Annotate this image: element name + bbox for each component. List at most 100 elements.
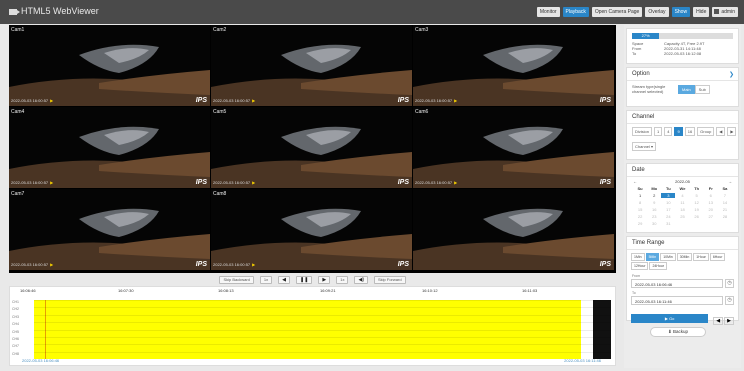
calendar-day[interactable]: 4 xyxy=(675,193,689,198)
user-menu[interactable]: admin xyxy=(712,7,738,17)
calendar-day[interactable]: 31 xyxy=(661,221,675,226)
calendar-day[interactable]: 5 xyxy=(690,193,704,198)
play-icon[interactable]: ▶ xyxy=(50,180,53,185)
next-range-icon[interactable]: ▶ xyxy=(724,317,734,325)
calendar-day[interactable]: 21 xyxy=(718,207,732,212)
calendar-day[interactable]: 27 xyxy=(704,214,718,219)
time-range-option[interactable]: 5Min xyxy=(645,253,660,261)
calendar-day[interactable]: 11 xyxy=(675,200,689,205)
play-icon[interactable]: ▶ xyxy=(252,262,255,267)
tr-to-input[interactable]: 2022-05-03 16:11:46 xyxy=(631,296,723,305)
calendar-day[interactable]: 23 xyxy=(647,214,661,219)
show-button[interactable]: Show xyxy=(671,7,691,17)
group-prev-button[interactable]: ◀ xyxy=(716,127,726,136)
time-range-title: Time Range xyxy=(627,237,738,250)
volume-icon[interactable]: ◀) xyxy=(354,275,368,284)
calendar-day[interactable]: 2 xyxy=(647,193,661,198)
timeline-rows[interactable] xyxy=(34,300,611,359)
step-back-icon[interactable]: ◀ xyxy=(278,275,290,284)
pause-icon[interactable]: ❚❚ xyxy=(296,275,313,284)
camera-tile[interactable]: Cam2 2022-05-03 16:00:57 ▶ IPS xyxy=(211,25,412,106)
stream-main-button[interactable]: Main xyxy=(678,84,695,94)
time-range-option[interactable]: 6Hour xyxy=(709,253,726,261)
channel-select[interactable]: Channel ▾ xyxy=(632,142,657,151)
calendar-day[interactable]: 30 xyxy=(647,221,661,226)
time-range-option[interactable]: 24Hour xyxy=(649,262,667,270)
calendar-day[interactable]: 24 xyxy=(661,214,675,219)
calendar-day[interactable]: 20 xyxy=(704,207,718,212)
play-icon[interactable]: ▶ xyxy=(50,98,53,103)
calendar-day[interactable]: 26 xyxy=(690,214,704,219)
prev-range-icon[interactable]: ◀ xyxy=(713,317,724,325)
calendar-day[interactable]: 22 xyxy=(633,214,647,219)
backup-button[interactable]: ⬇ Backup xyxy=(650,327,706,337)
calendar-day[interactable]: 19 xyxy=(690,207,704,212)
camera-timestamp: 2022-05-03 16:00:57 ▶ xyxy=(415,98,457,103)
hide-button[interactable]: Hide xyxy=(693,7,710,17)
stream-sub-button[interactable]: Sub xyxy=(694,84,710,94)
time-range-option[interactable]: 10Min xyxy=(660,253,676,261)
camera-tile[interactable]: Cam5 2022-05-03 16:00:57 ▶ IPS xyxy=(211,107,412,188)
time-range-option[interactable]: 1Hour xyxy=(693,253,709,261)
time-range-option[interactable]: 1Min xyxy=(631,253,645,261)
play-icon[interactable]: ▶ xyxy=(454,98,457,103)
camera-tile[interactable]: Cam3 2022-05-03 16:00:57 ▶ IPS xyxy=(413,25,614,106)
play-icon[interactable]: ▶ xyxy=(454,180,457,185)
play-icon[interactable]: ▶ xyxy=(318,275,331,284)
calendar-day[interactable]: 18 xyxy=(675,207,689,212)
camera-tile[interactable]: Cam7 2022-05-03 16:00:57 ▶ IPS xyxy=(9,189,210,270)
go-button[interactable]: ▶ Go xyxy=(631,313,709,323)
time-range-option[interactable]: 30Min xyxy=(676,253,693,261)
calendar-day[interactable]: 9 xyxy=(647,200,661,205)
camera-tile[interactable]: Cam8 2022-05-03 16:00:57 ▶ IPS xyxy=(211,189,412,270)
camera-timestamp: 2022-05-03 16:00:57 ▶ xyxy=(213,180,255,185)
camera-tile[interactable]: Cam1 2022-05-03 16:00:57 ▶ IPS xyxy=(9,25,210,106)
calendar-day[interactable]: 13 xyxy=(704,200,718,205)
next-month-icon[interactable]: → xyxy=(728,179,732,184)
calendar-day[interactable]: 10 xyxy=(661,200,675,205)
calendar-day[interactable]: 8 xyxy=(633,200,647,205)
division-1-button[interactable]: 1 xyxy=(654,127,663,136)
playback-button[interactable]: Playback xyxy=(562,7,589,17)
monitor-button[interactable]: Monitor xyxy=(536,7,560,17)
calendar-day[interactable]: 12 xyxy=(690,200,704,205)
camera-tile[interactable]: ▶IPS xyxy=(413,189,614,270)
clock-icon[interactable]: ◷ xyxy=(725,279,734,288)
speed-left-select[interactable]: 1x xyxy=(259,275,273,284)
group-next-button[interactable]: ▶ xyxy=(727,127,737,136)
division-9-button[interactable]: 9 xyxy=(674,127,683,136)
prev-month-icon[interactable]: ← xyxy=(633,179,637,184)
time-range-option[interactable]: 12Hour xyxy=(631,262,649,270)
open-camera-page-button[interactable]: Open Camera Page xyxy=(591,7,643,17)
calendar-day[interactable]: 28 xyxy=(718,214,732,219)
play-icon[interactable]: ▶ xyxy=(50,262,53,267)
tr-from-input[interactable]: 2022-05-03 16:06:46 xyxy=(631,279,723,288)
camera-tile[interactable]: Cam6 2022-05-03 16:00:57 ▶ IPS xyxy=(413,107,614,188)
calendar-day[interactable]: 16 xyxy=(647,207,661,212)
stream-type-label: Stream type(single channel selected) xyxy=(632,84,666,94)
calendar-day[interactable]: 14 xyxy=(718,200,732,205)
overlay-button[interactable]: Overlay xyxy=(645,7,669,17)
speed-right-select[interactable]: 1x xyxy=(336,275,349,284)
calendar-day[interactable]: 6 xyxy=(704,193,718,198)
division-4-button[interactable]: 4 xyxy=(664,127,673,136)
division-16-button[interactable]: 16 xyxy=(684,127,696,136)
skip-forward-button[interactable]: Skip Forward xyxy=(374,275,406,284)
calendar-day[interactable]: 25 xyxy=(675,214,689,219)
calendar-day[interactable]: 3 xyxy=(661,193,676,198)
play-icon[interactable]: ▶ xyxy=(252,98,255,103)
timeline[interactable]: 16:06:46 16:07:30 16:08:13 16:09:21 16:1… xyxy=(9,286,616,366)
calendar-day[interactable]: 29 xyxy=(633,221,647,226)
skip-backward-button[interactable]: Skip Backward xyxy=(219,275,254,284)
camera-timestamp-value: 2022-05-03 16:00:57 xyxy=(415,98,453,103)
clock-icon[interactable]: ◷ xyxy=(725,296,734,305)
app-title-text: HTML5 WebViewer xyxy=(21,6,99,16)
calendar-day[interactable]: 15 xyxy=(633,207,647,212)
play-icon[interactable]: ▶ xyxy=(252,180,255,185)
to-row: To 2022-05-03 16:12:08 xyxy=(627,51,738,56)
calendar-day[interactable]: 1 xyxy=(633,193,647,198)
camera-tile[interactable]: Cam4 2022-05-03 16:00:57 ▶ IPS xyxy=(9,107,210,188)
chevron-right-icon[interactable]: ❯ xyxy=(729,71,734,78)
calendar-day[interactable]: 7 xyxy=(718,193,732,198)
calendar-day[interactable]: 17 xyxy=(661,207,675,212)
